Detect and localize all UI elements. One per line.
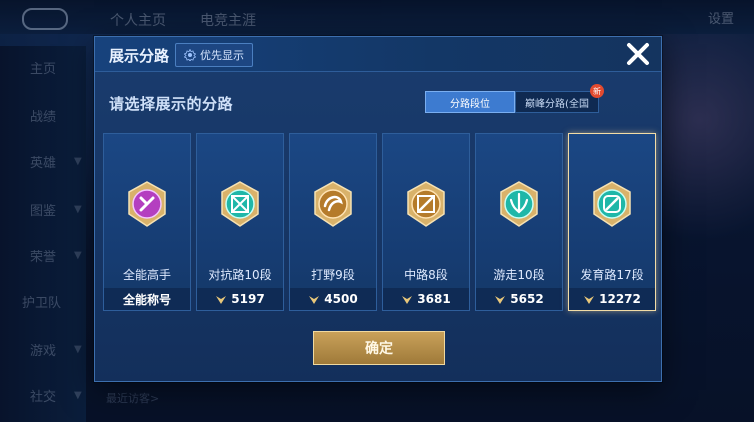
lane-card-footer: 4500 bbox=[290, 288, 376, 310]
lane-card-jungle[interactable]: 打野9段 4500 bbox=[289, 133, 377, 311]
lane-card-label: 发育路17段 bbox=[580, 268, 644, 282]
jungle-emblem-icon bbox=[314, 181, 352, 227]
points-icon bbox=[495, 296, 506, 304]
lane-card-value: 4500 bbox=[324, 292, 358, 306]
mid-lane-emblem-icon bbox=[407, 181, 445, 227]
modal-subtitle: 请选择展示的分路 bbox=[109, 95, 234, 113]
lane-card-value: 5652 bbox=[510, 292, 544, 306]
lane-card-footer: 5197 bbox=[197, 288, 283, 310]
points-icon bbox=[309, 296, 320, 304]
priority-display-button[interactable]: 优先显示 bbox=[175, 43, 253, 67]
gear-icon bbox=[184, 49, 196, 61]
lane-card-farm[interactable]: 发育路17段 12272 bbox=[568, 133, 656, 311]
farm-lane-emblem-icon bbox=[593, 181, 631, 227]
lane-card-mid[interactable]: 中路8段 3681 bbox=[382, 133, 470, 311]
lane-card-label: 对抗路10段 bbox=[208, 268, 272, 282]
new-badge: 新 bbox=[590, 84, 604, 98]
lane-display-modal: 展示分路 优先显示 请选择展示的分路 分路段位 巅峰分路(全国 新 全能高手 全… bbox=[94, 36, 662, 382]
lane-card-footer: 12272 bbox=[569, 288, 655, 310]
lane-card-clash[interactable]: 对抗路10段 5197 bbox=[196, 133, 284, 311]
lane-card-value: 5197 bbox=[231, 292, 265, 306]
lane-card-value: 全能称号 bbox=[122, 292, 171, 307]
lane-card-roam[interactable]: 游走10段 5652 bbox=[475, 133, 563, 311]
tab-lane-rank[interactable]: 分路段位 bbox=[425, 91, 515, 113]
tab-peak-lane-label: 巅峰分路(全国 bbox=[525, 98, 589, 110]
all-round-emblem-icon bbox=[128, 181, 166, 227]
clash-lane-emblem-icon bbox=[221, 181, 259, 227]
lane-card-footer: 5652 bbox=[476, 288, 562, 310]
lane-card-label: 中路8段 bbox=[404, 268, 448, 282]
lane-card-value: 3681 bbox=[417, 292, 451, 306]
lane-card-all-round[interactable]: 全能高手 全能称号 bbox=[103, 133, 191, 311]
lane-card-label: 全能高手 bbox=[122, 268, 171, 282]
lane-card-label: 打野9段 bbox=[311, 268, 355, 282]
modal-header: 展示分路 优先显示 bbox=[95, 37, 661, 72]
priority-display-label: 优先显示 bbox=[200, 49, 244, 62]
lane-card-value: 12272 bbox=[599, 292, 641, 306]
close-icon[interactable] bbox=[625, 41, 651, 67]
modal-title: 展示分路 bbox=[109, 47, 170, 65]
points-icon bbox=[584, 296, 595, 304]
mode-toggle: 分路段位 巅峰分路(全国 新 bbox=[425, 84, 604, 113]
lane-card-footer: 3681 bbox=[383, 288, 469, 310]
lane-card-label: 游走10段 bbox=[493, 268, 545, 282]
confirm-button[interactable]: 确定 bbox=[313, 331, 445, 365]
points-icon bbox=[402, 296, 413, 304]
points-icon bbox=[216, 296, 227, 304]
lane-card-footer: 全能称号 bbox=[104, 288, 190, 310]
roam-emblem-icon bbox=[500, 181, 538, 227]
tab-peak-lane[interactable]: 巅峰分路(全国 新 bbox=[515, 84, 604, 113]
